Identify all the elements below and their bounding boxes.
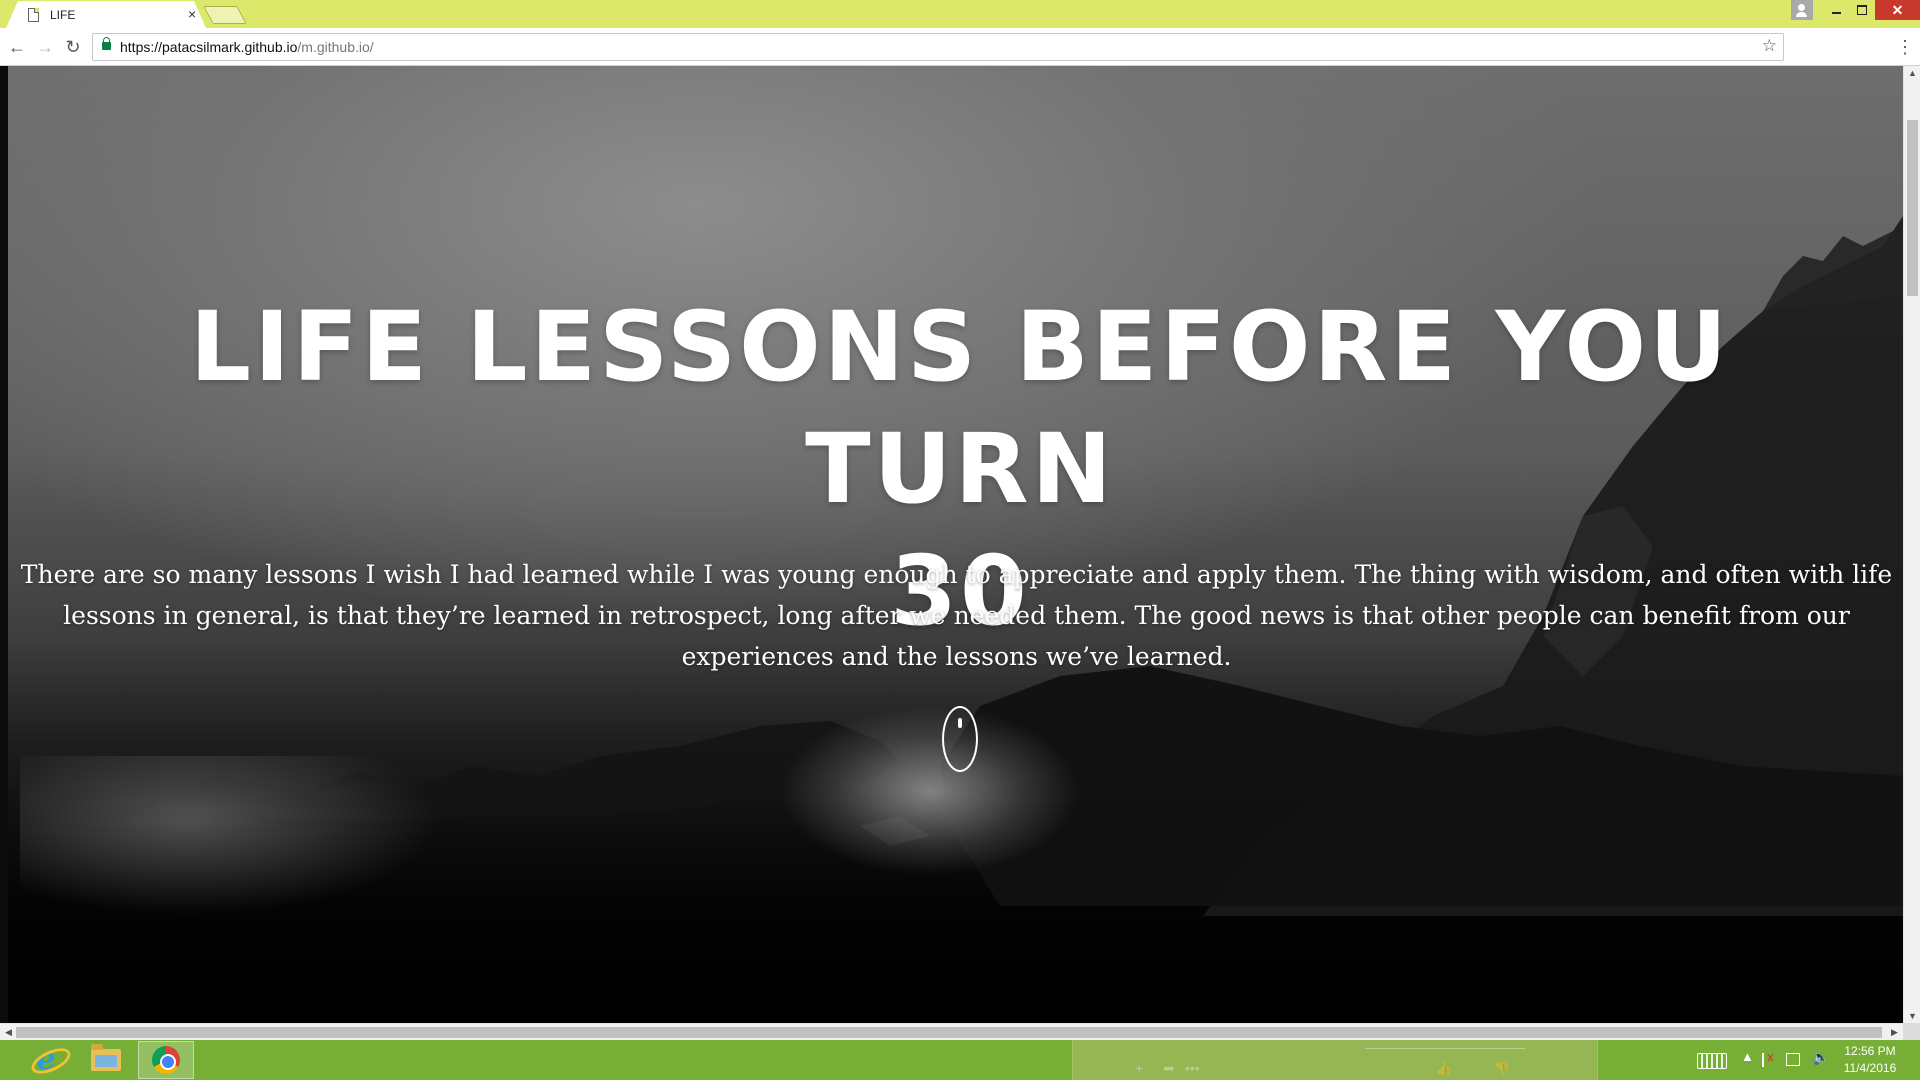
intro-paragraph: There are so many lessons I wish I had l… [20,560,1893,671]
tab-title: LIFE [50,8,76,22]
reload-icon[interactable]: ↻ [62,36,84,58]
scroll-up-arrow-icon[interactable]: ▲ [1904,68,1920,78]
browser-titlebar: LIFE × ✕ [0,0,1920,28]
touch-keyboard-icon[interactable] [1697,1053,1727,1069]
scroll-down-arrow-icon[interactable]: ▼ [1904,1011,1920,1021]
show-hidden-icons-icon[interactable]: ▲ [1741,1049,1754,1064]
taskbar-internet-explorer[interactable]: e [18,1041,74,1079]
folder-icon [91,1044,121,1071]
preview-more-icon: ••• [1185,1060,1200,1076]
chrome-icon [152,1046,180,1074]
tab-close-icon[interactable]: × [188,6,196,22]
maximize-button[interactable] [1849,0,1875,20]
back-arrow-icon[interactable]: ← [6,36,28,58]
scrollbar-corner [1903,1023,1920,1040]
forward-arrow-icon[interactable]: → [34,36,56,58]
taskbar-chrome[interactable] [138,1041,194,1079]
page-viewport: LIFE LESSONS BEFORE YOU TURN 30 There ar… [0,66,1903,1023]
sea-foam [20,756,440,916]
address-bar[interactable]: https://patacsilmark.github.io/m.github.… [92,33,1784,61]
profile-avatar-icon[interactable] [1791,0,1813,20]
url-path: /m.github.io/ [297,39,374,55]
vertical-scrollbar[interactable]: ▲ ▼ [1903,66,1920,1023]
preview-share-icon: ➦ [1163,1060,1175,1076]
taskbar-thumbnail-preview[interactable]: + ➦ ••• 👍 👎 [1072,1040,1598,1080]
browser-tab-life[interactable]: LIFE × [6,1,206,28]
minimize-button[interactable] [1823,0,1849,20]
chrome-menu-icon[interactable]: ⋮ [1896,36,1914,58]
scroll-right-arrow-icon[interactable]: ▶ [1886,1027,1903,1038]
preview-dislike-icon: 👎 [1493,1060,1511,1076]
page-left-edge [0,66,8,1023]
horizontal-scroll-thumb[interactable] [16,1027,1882,1038]
browser-toolbar: ← → ↻ https://patacsilmark.github.io/m.g… [0,28,1920,66]
internet-explorer-icon: e [36,1042,56,1077]
new-tab-button[interactable] [203,6,247,24]
action-center-flag-icon[interactable] [1762,1050,1776,1067]
clock-time: 12:56 PM [1844,1044,1896,1058]
taskbar-file-explorer[interactable] [78,1041,134,1079]
scroll-left-arrow-icon[interactable]: ◀ [0,1027,17,1038]
horizontal-scrollbar[interactable]: ◀ ▶ [0,1023,1903,1040]
scroll-down-mouse-icon[interactable] [942,706,978,772]
url-host: https://patacsilmark.github.io [120,39,298,55]
window-controls: ✕ [1823,0,1920,20]
bookmark-star-icon[interactable]: ☆ [1762,36,1777,56]
secure-lock-icon [102,37,111,50]
windows-taskbar: e + ➦ ••• 👍 👎 ▲ 🔈 12:56 PM 11/4/2016 [0,1040,1920,1080]
preview-add-icon: + [1135,1060,1144,1076]
mouse-wheel-indicator [958,718,962,728]
clock-date: 11/4/2016 [1843,1061,1897,1075]
preview-divider [1365,1048,1525,1049]
page-favicon-icon [28,8,39,22]
system-clock[interactable]: 12:56 PM 11/4/2016 [1830,1043,1910,1077]
network-icon[interactable] [1786,1053,1800,1066]
page-title-line1: LIFE LESSONS BEFORE YOU TURN [189,291,1731,525]
url-text[interactable]: https://patacsilmark.github.io/m.github.… [120,39,374,55]
wave-spray [780,706,1080,876]
volume-icon[interactable]: 🔈 [1812,1049,1829,1066]
vertical-scroll-thumb[interactable] [1907,120,1918,296]
preview-like-icon: 👍 [1435,1060,1453,1076]
close-window-button[interactable]: ✕ [1875,0,1920,20]
